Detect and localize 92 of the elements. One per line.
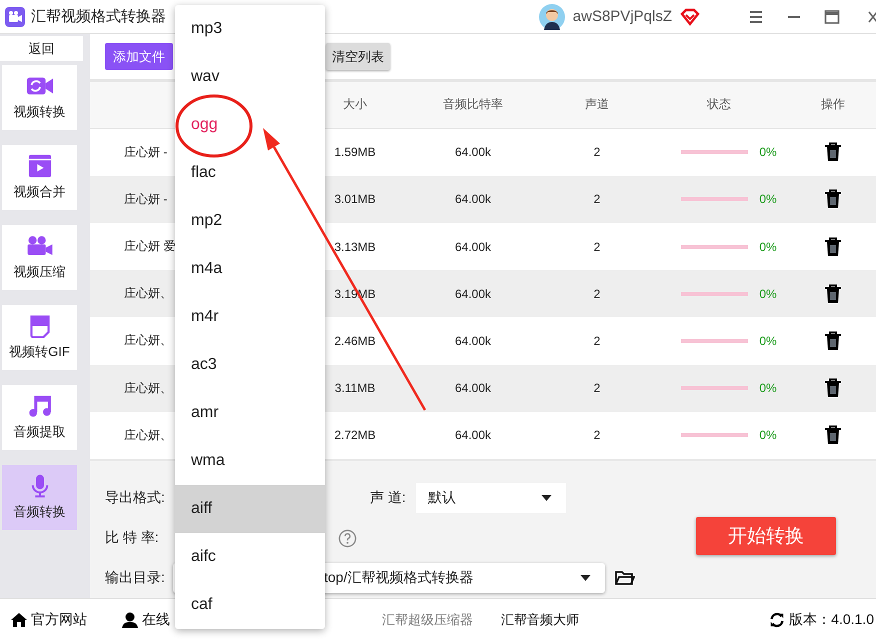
refresh-icon bbox=[768, 612, 786, 628]
file-name-cell-text: 庄心妍、 bbox=[123, 332, 173, 350]
sidebar-item[interactable]: 视频合并 bbox=[2, 145, 77, 210]
sidebar-item[interactable]: 视频转GIF bbox=[2, 305, 77, 370]
menu-icon[interactable] bbox=[748, 8, 764, 24]
channel-cell-text: 2 bbox=[592, 192, 602, 206]
channel-label: 声 道: bbox=[370, 489, 407, 508]
version-info[interactable]: 版本：4.0.1.0 bbox=[768, 610, 874, 628]
column-header: 大小 bbox=[342, 96, 368, 114]
back-button[interactable]: 返回 bbox=[0, 36, 83, 61]
size-cell-text: 3.01MB bbox=[333, 192, 377, 206]
vip-diamond-icon[interactable] bbox=[680, 8, 700, 26]
format-option[interactable]: mp2 bbox=[175, 197, 325, 245]
format-option[interactable]: mp3 bbox=[175, 5, 325, 53]
window-title: 汇帮视频格式转换器 bbox=[31, 7, 166, 26]
trash-icon[interactable] bbox=[824, 330, 842, 351]
bitrate-label: 比 特 率: bbox=[105, 529, 160, 548]
channel-cell-text: 2 bbox=[592, 145, 602, 160]
product-link[interactable]: 汇帮音频大师 bbox=[501, 610, 579, 628]
column-header: 操作 bbox=[820, 96, 846, 114]
caret-icon bbox=[541, 495, 552, 502]
bitrate-cell-text: 64.00k bbox=[454, 286, 492, 301]
size-cell-text: 1.59MB bbox=[333, 145, 377, 160]
add-file-button[interactable]: 添加文件 bbox=[105, 43, 173, 70]
column-header: 声道 bbox=[584, 96, 610, 114]
caret-icon bbox=[580, 575, 591, 582]
file-name-cell-text: 庄心妍 爱 bbox=[123, 238, 176, 256]
bitrate-cell-text: 64.00k bbox=[454, 192, 492, 206]
sidebar-item[interactable]: 视频转换 bbox=[2, 65, 77, 130]
format-option[interactable]: ogg bbox=[175, 101, 325, 149]
channel-cell-text: 2 bbox=[592, 240, 602, 254]
format-option[interactable]: m4a bbox=[175, 245, 325, 293]
progress-percent: 0% bbox=[759, 286, 777, 301]
file-name-cell-text: 庄心妍、 bbox=[123, 426, 173, 444]
file-name-cell-text: 庄心妍 - bbox=[123, 190, 168, 208]
column-header: 音频比特率 bbox=[442, 96, 504, 114]
username[interactable]: awS8PVjPqlsZ bbox=[572, 8, 672, 25]
format-option[interactable]: ac3 bbox=[175, 341, 325, 389]
video-camera-icon bbox=[26, 234, 54, 258]
size-cell-text: 3.13MB bbox=[333, 240, 377, 254]
size-cell-text: 2.72MB bbox=[333, 428, 377, 442]
progress-percent: 0% bbox=[759, 240, 777, 254]
avatar-icon bbox=[538, 4, 565, 30]
channel-cell-text: 2 bbox=[592, 381, 602, 396]
clear-list-button[interactable]: 清空列表 bbox=[326, 43, 390, 70]
bitrate-cell-text: 64.00k bbox=[454, 145, 492, 160]
sidebar-item[interactable]: 视频压缩 bbox=[2, 225, 77, 290]
format-option[interactable]: amr bbox=[175, 389, 325, 437]
trash-icon[interactable] bbox=[824, 284, 842, 304]
format-option[interactable]: m4r bbox=[175, 293, 325, 341]
trash-icon[interactable] bbox=[824, 425, 842, 446]
progress-percent: 0% bbox=[759, 428, 777, 442]
start-convert-button[interactable]: 开始转换 bbox=[696, 517, 836, 556]
channel-cell-text: 2 bbox=[592, 286, 602, 301]
bitrate-cell-text: 64.00k bbox=[454, 381, 492, 396]
bitrate-cell-text: 64.00k bbox=[454, 240, 492, 254]
official-site-link[interactable]: 官方网站 bbox=[10, 610, 87, 628]
sidebar-item[interactable]: 音频提取 bbox=[2, 385, 77, 450]
channel-cell-text: 2 bbox=[592, 428, 602, 442]
format-option[interactable]: flac bbox=[175, 149, 325, 197]
trash-icon[interactable] bbox=[824, 142, 842, 162]
file-name-cell-text: 庄心妍、 bbox=[123, 380, 173, 397]
trash-icon[interactable] bbox=[824, 189, 842, 210]
export-format-label: 导出格式: bbox=[105, 489, 166, 508]
bitrate-cell-text: 64.00k bbox=[454, 428, 492, 442]
folder-icon[interactable] bbox=[615, 570, 635, 586]
channel-cell-text: 2 bbox=[592, 334, 602, 348]
help-icon[interactable] bbox=[338, 528, 357, 548]
close-icon[interactable] bbox=[868, 8, 876, 24]
trash-icon[interactable] bbox=[824, 378, 842, 398]
file-name-cell-text: 庄心妍 - bbox=[123, 144, 168, 161]
format-option[interactable]: wav bbox=[175, 53, 325, 101]
format-option[interactable]: aiff bbox=[175, 485, 325, 533]
format-option[interactable]: wma bbox=[175, 437, 325, 485]
progress-percent: 0% bbox=[759, 334, 777, 348]
app-logo-icon bbox=[5, 6, 25, 26]
output-dir-label: 输出目录: bbox=[105, 569, 166, 588]
sidebar-item[interactable]: 音频转换 bbox=[2, 465, 77, 530]
size-cell-text: 2.46MB bbox=[333, 334, 377, 348]
column-header: 状态 bbox=[706, 96, 732, 114]
size-cell-text: 3.11MB bbox=[334, 381, 376, 396]
progress-percent: 0% bbox=[759, 145, 777, 160]
file-name-cell-text: 庄心妍、 bbox=[123, 285, 173, 302]
progress-percent: 0% bbox=[759, 192, 777, 206]
home-icon bbox=[10, 612, 28, 628]
bitrate-cell-text: 64.00k bbox=[454, 334, 492, 348]
product-link[interactable]: 汇帮超级压缩器 bbox=[382, 610, 473, 628]
channel-select[interactable]: 默认 bbox=[416, 483, 566, 514]
progress-percent: 0% bbox=[759, 381, 777, 396]
trash-icon[interactable] bbox=[824, 236, 842, 257]
maximize-icon[interactable] bbox=[824, 8, 840, 24]
online-service-link[interactable]: 在线 bbox=[121, 610, 170, 628]
